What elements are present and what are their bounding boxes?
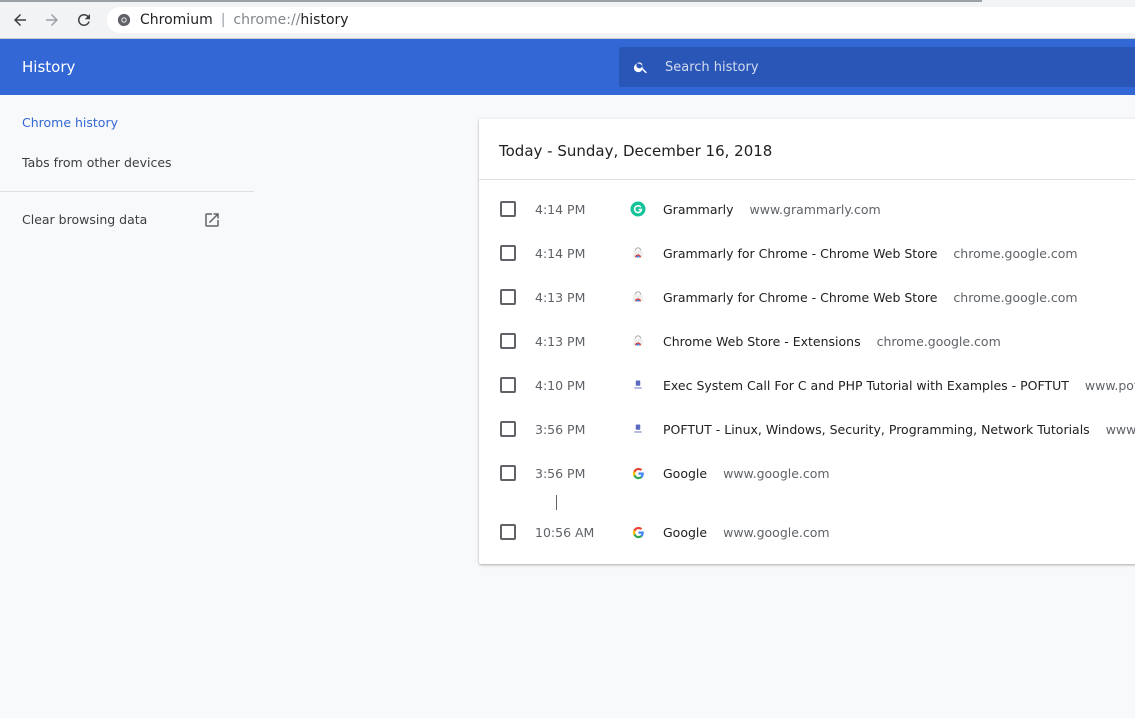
- card-divider: [479, 179, 1135, 180]
- arrow-right-icon: [46, 14, 58, 26]
- sidebar-item-chrome-history[interactable]: Chrome history: [22, 115, 118, 130]
- entry-time: 4:13 PM: [535, 289, 586, 305]
- entry-time: 3:56 PM: [535, 465, 586, 481]
- entry-checkbox[interactable]: [500, 465, 516, 481]
- url-scheme: chrome://: [233, 12, 301, 28]
- sidebar-divider: [0, 191, 254, 192]
- entry-title-link[interactable]: Grammarly for Chrome - Chrome Web Store: [663, 246, 937, 261]
- entry-checkbox[interactable]: [500, 421, 516, 437]
- entry-domain: www.google.com: [723, 524, 830, 540]
- entry-title-link[interactable]: Google: [663, 466, 707, 481]
- poftut-icon: [630, 421, 646, 437]
- history-entry[interactable]: 10:56 AM Google www.google.com: [479, 510, 1135, 554]
- entry-time: 4:14 PM: [535, 245, 586, 261]
- google-icon: [630, 465, 646, 481]
- entry-checkbox[interactable]: [500, 333, 516, 349]
- entry-title-link[interactable]: Google: [663, 525, 707, 540]
- open-in-new-icon[interactable]: [203, 211, 221, 229]
- address-separator: |: [220, 12, 226, 28]
- history-card: Today - Sunday, December 16, 2018 4:14 P…: [479, 119, 1135, 564]
- search-icon: [633, 62, 647, 74]
- arrow-left-icon: [14, 14, 26, 26]
- entry-time: 4:14 PM: [535, 201, 586, 217]
- loading-progress-line: [0, 0, 982, 2]
- chromium-icon: [117, 13, 131, 27]
- entry-domain: chrome.google.com: [876, 333, 1001, 349]
- history-entry[interactable]: 4:13 PM Grammarly for Chrome - Chrome We…: [479, 275, 1135, 319]
- entry-domain: chrome.google.com: [953, 289, 1078, 305]
- entry-title-link[interactable]: Grammarly: [663, 202, 734, 217]
- browser-toolbar: Chromium | chrome:// history: [0, 0, 1135, 39]
- history-entry[interactable]: 3:56 PM Google www.google.com: [479, 451, 1135, 495]
- grammarly-icon: [630, 201, 646, 217]
- forward-button[interactable]: [40, 8, 64, 32]
- entry-domain: www.poftut.c: [1084, 377, 1135, 393]
- reload-icon: [77, 13, 90, 26]
- entry-checkbox[interactable]: [500, 245, 516, 261]
- url-path: history: [300, 12, 349, 28]
- entry-title-link[interactable]: Grammarly for Chrome - Chrome Web Store: [663, 290, 937, 305]
- entry-time: 4:13 PM: [535, 333, 586, 349]
- entry-time: 4:10 PM: [535, 377, 586, 393]
- entry-title-link[interactable]: Chrome Web Store - Extensions: [663, 334, 861, 349]
- entry-domain: www.google.com: [723, 465, 830, 481]
- clear-browsing-data-link[interactable]: Clear browsing data: [22, 212, 147, 227]
- google-icon: [630, 524, 646, 540]
- entry-domain: www.poftut: [1105, 421, 1135, 437]
- time-gap-indicator: [556, 495, 557, 510]
- entry-checkbox[interactable]: [500, 289, 516, 305]
- chrome-web-store-icon: [630, 245, 646, 261]
- search-box[interactable]: [619, 47, 1135, 87]
- history-entry[interactable]: 4:14 PM Grammarly for Chrome - Chrome We…: [479, 231, 1135, 275]
- search-input[interactable]: [665, 59, 1065, 75]
- reload-button[interactable]: [72, 8, 96, 32]
- address-bar[interactable]: Chromium | chrome:// history: [107, 7, 1135, 33]
- sidebar-item-tabs-other-devices[interactable]: Tabs from other devices: [22, 155, 172, 170]
- entry-domain: chrome.google.com: [953, 245, 1078, 261]
- back-button[interactable]: [8, 8, 32, 32]
- chrome-web-store-icon: [630, 289, 646, 305]
- entry-time: 10:56 AM: [535, 524, 595, 540]
- chrome-web-store-icon: [630, 333, 646, 349]
- history-entry[interactable]: 3:56 PM POFTUT - Linux, Windows, Securit…: [479, 407, 1135, 451]
- site-name: Chromium: [140, 12, 213, 28]
- entry-title-link[interactable]: POFTUT - Linux, Windows, Security, Progr…: [663, 422, 1090, 437]
- page-title: History: [22, 58, 76, 76]
- entry-checkbox[interactable]: [500, 377, 516, 393]
- entry-time: 3:56 PM: [535, 421, 586, 437]
- history-entry[interactable]: 4:10 PM Exec System Call For C and PHP T…: [479, 363, 1135, 407]
- history-entry[interactable]: 4:13 PM Chrome Web Store - Extensions ch…: [479, 319, 1135, 363]
- poftut-icon: [630, 377, 646, 393]
- entry-checkbox[interactable]: [500, 201, 516, 217]
- entry-domain: www.grammarly.com: [749, 201, 881, 217]
- entry-checkbox[interactable]: [500, 524, 516, 540]
- history-header: History: [0, 39, 1135, 95]
- history-entry[interactable]: 4:14 PM Grammarly www.grammarly.com: [479, 187, 1135, 231]
- date-heading: Today - Sunday, December 16, 2018: [499, 142, 773, 160]
- entry-title-link[interactable]: Exec System Call For C and PHP Tutorial …: [663, 378, 1069, 393]
